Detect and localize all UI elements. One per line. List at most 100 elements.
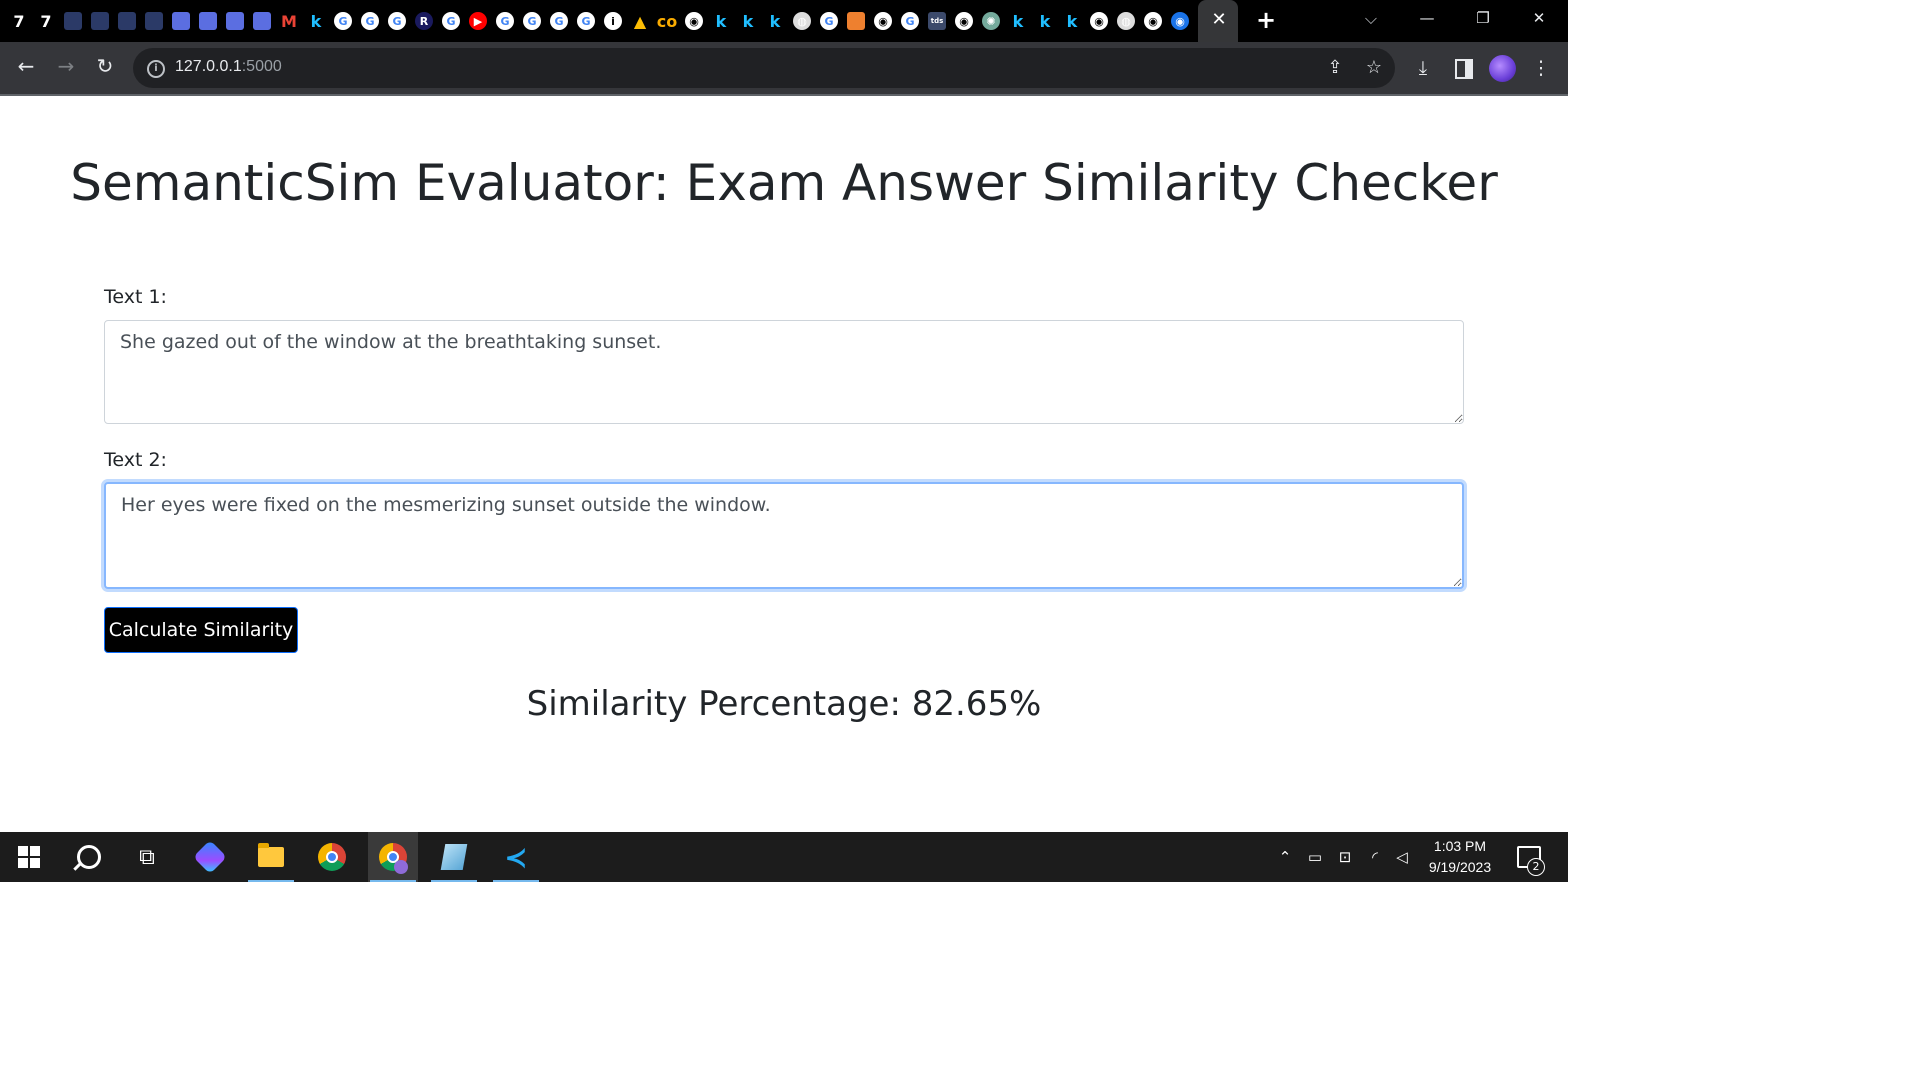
colab-icon[interactable]: co xyxy=(657,12,677,31)
file-explorer-app[interactable] xyxy=(246,832,296,882)
clock-time: 1:03 PM xyxy=(1433,838,1487,854)
battery-icon[interactable]: ▭ xyxy=(1302,832,1328,882)
chrome-app[interactable] xyxy=(307,832,357,882)
side-panel-icon[interactable] xyxy=(1455,59,1473,79)
text1-textarea[interactable]: She gazed out of the window at the breat… xyxy=(104,320,1464,424)
seven-icon[interactable]: 7 xyxy=(37,12,55,31)
wifi-icon[interactable]: ◜ xyxy=(1362,832,1388,882)
kaggle-icon[interactable]: k xyxy=(1063,12,1081,31)
notes-app[interactable] xyxy=(429,832,479,882)
profile-icon[interactable]: ◉ xyxy=(1171,12,1189,30)
vscode-icon: ≺ xyxy=(504,840,528,874)
doc-icon[interactable] xyxy=(172,12,190,30)
google-icon[interactable]: G xyxy=(901,12,919,30)
rss-icon[interactable] xyxy=(847,12,865,30)
clock-date: 9/19/2023 xyxy=(1428,859,1492,875)
close-tab-icon[interactable]: ✕ xyxy=(1209,9,1229,31)
device-icon[interactable]: ⊡ xyxy=(1334,832,1356,882)
copilot-icon xyxy=(193,840,227,874)
url-host: 127.0.0.1 xyxy=(175,58,242,75)
gmail-icon[interactable]: M xyxy=(280,12,298,31)
app-icon[interactable] xyxy=(145,12,163,30)
github-icon[interactable]: ◉ xyxy=(955,12,973,30)
kaggle-icon[interactable]: k xyxy=(712,12,730,31)
site-info-icon[interactable]: i xyxy=(147,60,165,78)
text2-label: Text 2: xyxy=(104,449,167,471)
kaggle-icon[interactable]: k xyxy=(1009,12,1027,31)
tab-strip: 7 7 Mk G G G R G ▶ G G G Gi ▲ co ◉ k k k ◍ G ◉ Gtds ◉ ✺ k k k ◉ ◍ ◉ ◉ ✕… xyxy=(0,0,1568,42)
google-icon[interactable]: G xyxy=(388,12,406,30)
google-icon[interactable]: G xyxy=(523,12,541,30)
copilot-app[interactable] xyxy=(185,832,235,882)
chatgpt-icon[interactable]: ✺ xyxy=(982,12,1000,30)
notepad-icon xyxy=(440,844,468,870)
taskbar: ⧉ ≺ ⌃ ▭ ⊡ ◜ ◁ 1:03 PM 9/19/2023 2 xyxy=(0,832,1568,882)
doc-icon[interactable] xyxy=(253,12,271,30)
youtube-icon[interactable]: ▶ xyxy=(469,12,487,30)
text1-label: Text 1: xyxy=(104,286,167,308)
globe-icon[interactable]: ◍ xyxy=(793,12,811,30)
task-view-button[interactable]: ⧉ xyxy=(122,832,172,882)
share-icon[interactable]: ⇪ xyxy=(1323,56,1347,80)
task-view-icon: ⧉ xyxy=(139,844,155,870)
profile-avatar[interactable] xyxy=(1489,55,1516,82)
text2-textarea[interactable]: Her eyes were fixed on the mesmerizing s… xyxy=(104,482,1464,589)
google-icon[interactable]: G xyxy=(577,12,595,30)
page-title: SemanticSim Evaluator: Exam Answer Simil… xyxy=(70,154,1498,212)
github-icon[interactable]: ◉ xyxy=(1090,12,1108,30)
kaggle-icon[interactable]: k xyxy=(1036,12,1054,31)
tds-icon[interactable]: tds xyxy=(928,12,946,30)
clock[interactable]: 1:03 PM 9/19/2023 xyxy=(1418,836,1502,878)
google-icon[interactable]: G xyxy=(550,12,568,30)
google-icon[interactable]: G xyxy=(442,12,460,30)
kaggle-icon[interactable]: k xyxy=(766,12,784,31)
restore-icon[interactable]: ❐ xyxy=(1456,0,1510,36)
google-icon[interactable]: G xyxy=(361,12,379,30)
seven-icon[interactable]: 7 xyxy=(10,12,28,31)
github-icon[interactable]: ◉ xyxy=(685,12,703,30)
vscode-app[interactable]: ≺ xyxy=(491,832,541,882)
reload-icon[interactable]: ↻ xyxy=(91,54,119,82)
doc-icon[interactable] xyxy=(199,12,217,30)
show-hidden-icons-chevron-icon[interactable]: ⌃ xyxy=(1274,832,1296,882)
more-menu-icon[interactable]: ⋮ xyxy=(1528,55,1554,81)
folder-icon xyxy=(258,843,284,867)
google-icon[interactable]: G xyxy=(496,12,514,30)
search-icon xyxy=(77,845,101,869)
back-icon[interactable]: ← xyxy=(12,54,40,82)
kaggle-icon[interactable]: k xyxy=(739,12,757,31)
chrome-profile-app[interactable] xyxy=(368,832,418,882)
google-icon[interactable]: G xyxy=(820,12,838,30)
volume-icon[interactable]: ◁ xyxy=(1390,832,1414,882)
new-tab-button[interactable]: + xyxy=(1253,7,1279,33)
url-port: :5000 xyxy=(241,58,282,75)
info-icon[interactable]: i xyxy=(604,12,622,30)
kaggle-icon[interactable]: k xyxy=(307,12,325,31)
r-icon[interactable]: R xyxy=(415,12,433,30)
app-icon[interactable] xyxy=(118,12,136,30)
app-icon[interactable] xyxy=(91,12,109,30)
drive-icon[interactable]: ▲ xyxy=(631,12,649,31)
download-icon[interactable]: ⤓ xyxy=(1410,55,1436,81)
doc-icon[interactable] xyxy=(226,12,244,30)
start-button[interactable] xyxy=(4,832,54,882)
bookmark-star-icon[interactable]: ☆ xyxy=(1362,56,1386,80)
similarity-result: Similarity Percentage: 82.65% xyxy=(526,684,1042,724)
chrome-icon xyxy=(318,843,346,871)
forward-icon[interactable]: → xyxy=(52,54,80,82)
address-bar[interactable]: i 127.0.0.1:5000 ⇪ ☆ xyxy=(133,48,1395,88)
tab-list: 7 7 Mk G G G R G ▶ G G G Gi ▲ co ◉ k k k ◍ G ◉ Gtds ◉ ✺ k k k ◉ ◍ ◉ ◉ xyxy=(10,8,1198,34)
google-icon[interactable]: G xyxy=(334,12,352,30)
search-button[interactable] xyxy=(64,832,114,882)
github-icon[interactable]: ◉ xyxy=(874,12,892,30)
profile-badge-icon xyxy=(394,860,408,874)
url-text[interactable]: 127.0.0.1:5000 xyxy=(175,58,282,76)
app-icon[interactable] xyxy=(64,12,82,30)
minimize-icon[interactable]: — xyxy=(1400,0,1454,36)
github-icon[interactable]: ◉ xyxy=(1144,12,1162,30)
browser-toolbar: ← → ↻ i 127.0.0.1:5000 ⇪ ☆ ⤓ ⋮ xyxy=(0,42,1568,96)
tab-search-chevron-icon[interactable]: ⌵ xyxy=(1360,8,1382,30)
close-window-icon[interactable]: ✕ xyxy=(1512,0,1566,36)
globe-icon[interactable]: ◍ xyxy=(1117,12,1135,30)
calculate-similarity-button[interactable]: Calculate Similarity xyxy=(104,607,298,653)
